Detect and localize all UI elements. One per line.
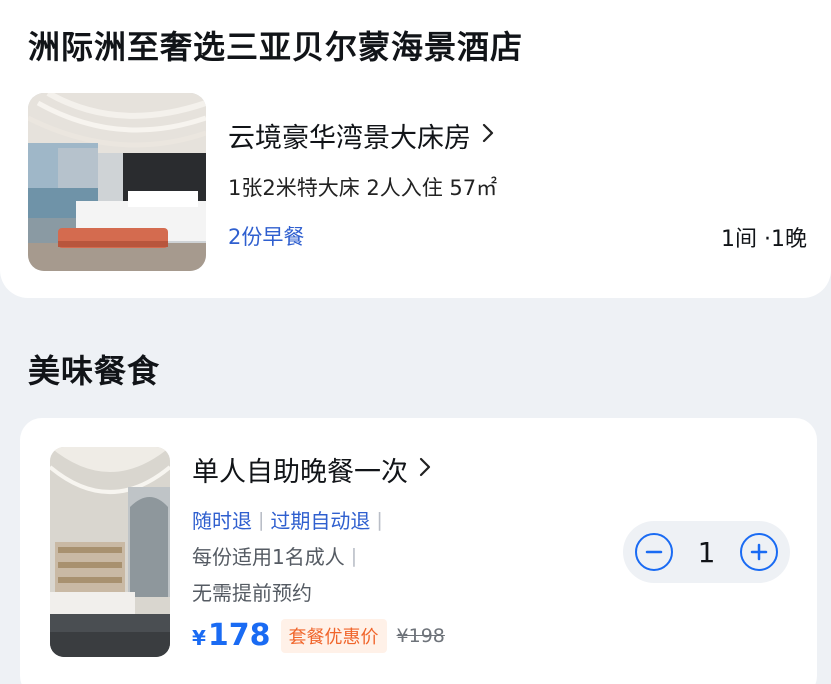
chevron-right-icon: [418, 455, 432, 485]
plus-button[interactable]: [739, 533, 778, 571]
plus-icon: [750, 543, 768, 561]
food-name: 单人自助晚餐一次: [192, 457, 408, 488]
hotel-card: 洲际洲至奢选三亚贝尔蒙海景酒店 云境豪华湾景大床房 1张2米特大床 2人入住 5…: [0, 0, 831, 298]
quantity-value: 1: [697, 535, 716, 569]
suit-text: 每份适用1名成人: [192, 545, 345, 569]
room-nights: 1间 ·1晚: [721, 227, 807, 252]
divider: |: [350, 544, 358, 567]
price: ¥ 178: [192, 618, 271, 653]
minus-button[interactable]: [635, 533, 673, 571]
price-value: 178: [207, 618, 271, 653]
chevron-right-icon: [481, 121, 495, 151]
room-title-link[interactable]: 云境豪华湾景大床房: [228, 116, 495, 155]
currency-symbol: ¥: [192, 626, 206, 650]
room-breakfast: 2份早餐: [228, 225, 305, 249]
minus-icon: [645, 550, 663, 554]
original-price: ¥198: [396, 624, 445, 647]
divider: |: [376, 508, 383, 531]
hotel-name: 洲际洲至奢选三亚贝尔蒙海景酒店: [28, 28, 524, 66]
room-title: 云境豪华湾景大床房: [228, 123, 471, 154]
price-row: ¥ 178 套餐优惠价 ¥198: [192, 618, 445, 653]
food-image[interactable]: [50, 447, 170, 657]
room-image[interactable]: [28, 93, 206, 271]
room-desc: 1张2米特大床 2人入住 57㎡: [228, 176, 498, 200]
food-name-link[interactable]: 单人自助晚餐一次: [192, 450, 432, 489]
divider: |: [258, 508, 265, 531]
no-reserve-text: 无需提前预约: [192, 581, 312, 605]
promo-badge: 套餐优惠价: [280, 618, 387, 653]
refund-tags: 随时退 | 过期自动退 |: [192, 505, 389, 534]
suit-info: 每份适用1名成人 |: [192, 541, 363, 570]
food-section-title: 美味餐食: [28, 352, 161, 390]
tag-auto-refund: 过期自动退: [270, 509, 371, 533]
tag-anytime-refund: 随时退: [192, 509, 252, 533]
quantity-stepper: 1: [623, 521, 790, 583]
